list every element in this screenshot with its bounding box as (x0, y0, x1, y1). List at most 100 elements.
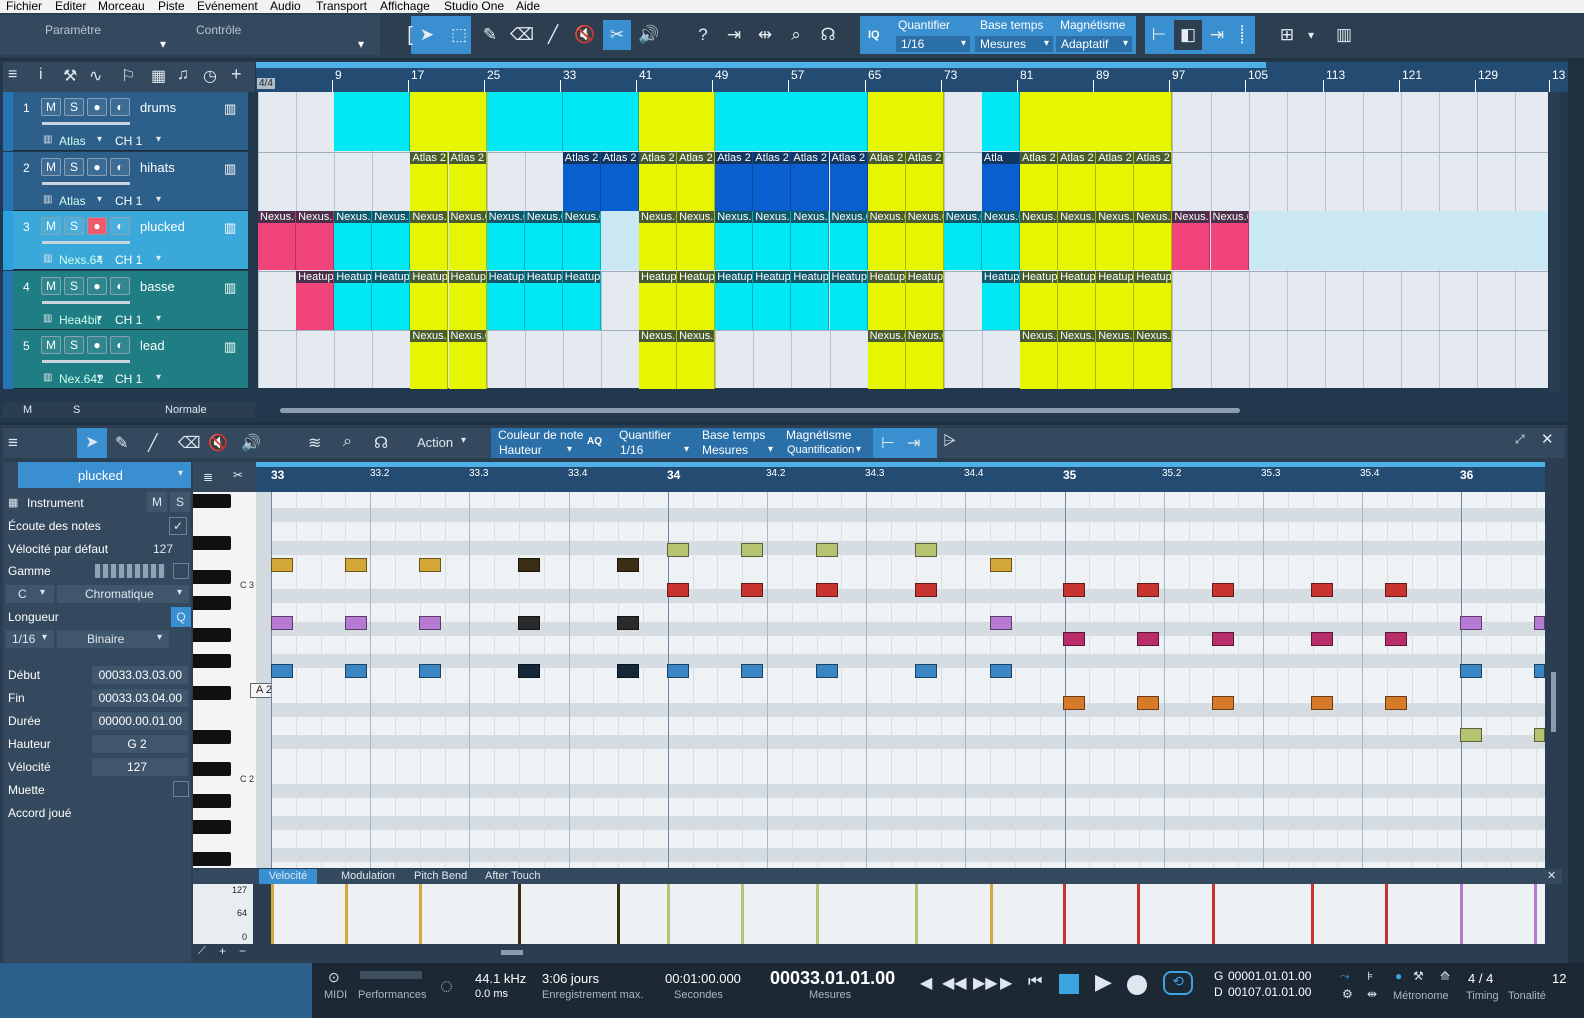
monitor-button[interactable]: ◐ (110, 336, 130, 354)
velocite-defaut-value[interactable]: 127 (153, 542, 173, 556)
tab-parametre[interactable]: Paramètre (45, 23, 101, 37)
ecoute-checkbox[interactable]: ✓ (169, 517, 187, 535)
event-clip[interactable]: Heatup (753, 270, 792, 330)
track-name[interactable]: lead (140, 338, 165, 353)
velocity-bar[interactable] (1460, 884, 1463, 944)
record-arm-button[interactable]: ● (87, 157, 107, 176)
channel-select[interactable]: CH 1 (113, 371, 170, 387)
velocity-bar[interactable] (617, 884, 620, 944)
midi-note[interactable] (667, 583, 689, 597)
event-clip[interactable]: Nexus.6 (1096, 211, 1135, 270)
pencil-tool-icon[interactable]: ✎ (115, 433, 128, 453)
event-clip[interactable]: Heatup (981, 270, 1020, 330)
menu-transport[interactable]: Transport (316, 0, 367, 12)
chevron-down-icon[interactable]: ▾ (178, 468, 183, 479)
event-clip[interactable]: Nexus.6 (1172, 211, 1211, 270)
track-name[interactable]: drums (140, 100, 176, 115)
eraser-tool-icon[interactable]: ⌫ (508, 20, 536, 50)
event-clip[interactable]: Heatup (715, 270, 754, 330)
black-key[interactable] (193, 628, 231, 642)
black-key[interactable] (193, 654, 231, 668)
event-clip[interactable]: Heatup (867, 270, 906, 330)
event-clip[interactable]: Nexus.6 (562, 211, 601, 270)
chevron-down-icon[interactable]: ▾ (358, 37, 364, 51)
midi-note[interactable] (345, 664, 367, 678)
midi-note[interactable] (271, 664, 293, 678)
hauteur-value[interactable]: G 2 (92, 735, 188, 753)
right-locator-value[interactable]: 00107.01.01.00 (1228, 985, 1311, 999)
list-icon[interactable]: ≣ (203, 470, 213, 484)
solo-button[interactable]: S (64, 217, 84, 235)
base-temps-select[interactable]: Mesures (697, 442, 777, 458)
solo-button[interactable]: S (64, 336, 84, 354)
black-key[interactable] (193, 730, 231, 744)
seconds-value[interactable]: 00:01:00.000 (665, 971, 741, 986)
mute-tool-icon[interactable]: 🔇 (571, 20, 599, 50)
vertical-scrollbar[interactable] (1550, 92, 1560, 392)
tap-icon[interactable]: ⟰ (1440, 969, 1450, 983)
precount-icon[interactable]: ⤳ (1340, 969, 1350, 984)
velocity-bar[interactable] (345, 884, 348, 944)
detach-icon[interactable]: ⤢ (1515, 432, 1525, 447)
horizontal-scrollbar[interactable] (280, 408, 1240, 413)
monitor-button[interactable]: ◐ (110, 217, 130, 235)
event-clip[interactable]: Atlas 2 (867, 151, 906, 211)
iq-label[interactable]: IQ (868, 29, 880, 41)
velocity-bar[interactable] (1385, 884, 1388, 944)
midi-note[interactable] (1385, 696, 1407, 710)
event-clip[interactable]: Heatup (334, 270, 373, 330)
mute-all-button[interactable]: M (23, 404, 32, 416)
event-clip[interactable]: Nexus.6 (448, 330, 487, 389)
record-arm-button[interactable]: ● (87, 98, 107, 116)
mute-button[interactable]: M (41, 276, 61, 295)
event-clip[interactable]: Nexus.6 (639, 330, 678, 389)
zoom-icon[interactable]: ⌕ (782, 20, 810, 50)
event-clip[interactable]: Heatup (829, 270, 868, 330)
midi-note[interactable] (915, 583, 937, 597)
marker-icon[interactable]: ⚐ (121, 66, 135, 86)
event-clip[interactable]: Heatup (486, 270, 525, 330)
event-clip[interactable]: Atlas 2 (562, 151, 601, 211)
event-clip[interactable]: Heatup (639, 270, 678, 330)
event-clip[interactable]: Heatup (1058, 270, 1097, 330)
event-clip[interactable]: Nexus.6 (1096, 330, 1135, 389)
event-clip[interactable]: Nexus.6 (486, 211, 525, 270)
event-clip[interactable]: Heatup (1020, 270, 1059, 330)
event-clip[interactable]: Heatup (1134, 270, 1173, 330)
event-clip[interactable]: Atlas 2 (448, 151, 487, 211)
volume-fader[interactable] (42, 360, 130, 363)
midi-note[interactable] (915, 543, 937, 557)
menu-morceau[interactable]: Morceau (98, 0, 145, 12)
tab-controle[interactable]: Contrôle (196, 23, 241, 37)
channel-select[interactable]: CH 1 (113, 312, 170, 328)
event-clip[interactable] (334, 92, 411, 151)
chevron-down-icon[interactable]: ▾ (97, 134, 102, 145)
event-clip[interactable]: Heatup (524, 270, 563, 330)
velocity-bar[interactable] (990, 884, 993, 944)
midi-note[interactable] (1212, 583, 1234, 597)
chevron-down-icon[interactable]: ▾ (156, 313, 161, 324)
event-clip[interactable]: Nexus.6 (524, 211, 563, 270)
black-key[interactable] (193, 536, 231, 550)
transform-icon[interactable]: ≋ (308, 433, 321, 453)
event-clip[interactable] (486, 92, 563, 151)
curve-icon[interactable]: ⟋ (198, 945, 206, 958)
velocity-bar[interactable] (816, 884, 819, 944)
tab-after-touch[interactable]: After Touch (485, 870, 540, 882)
loop-icon[interactable]: ⟲ (1163, 971, 1193, 995)
quantifier-select[interactable]: 1/16 (615, 442, 693, 458)
midi-note[interactable] (816, 583, 838, 597)
velocity-bar[interactable] (667, 884, 670, 944)
event-clip[interactable]: Nexus.6 (867, 211, 906, 270)
velocity-bar[interactable] (419, 884, 422, 944)
piano-keyboard[interactable]: C 3 C 2 (193, 492, 256, 868)
velocity-bar[interactable] (1534, 884, 1537, 944)
midi-note[interactable] (741, 583, 763, 597)
snap-grid-icon[interactable]: ◧ (1174, 20, 1202, 50)
event-clip[interactable]: Atlas 2 (753, 151, 792, 211)
midi-note[interactable] (1137, 583, 1159, 597)
solo-button[interactable]: S (64, 98, 84, 116)
chevron-down-icon[interactable]: ▾ (1297, 20, 1325, 50)
chevron-down-icon[interactable]: ▾ (160, 37, 166, 51)
pencil-tool-icon[interactable]: ✎ (476, 20, 504, 50)
